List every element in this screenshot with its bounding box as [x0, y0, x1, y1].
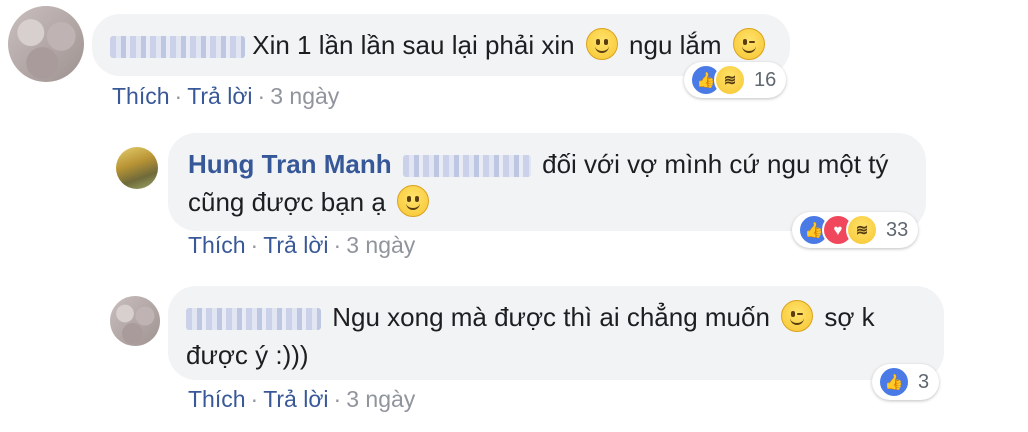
comment-text: cũng được bạn ạ — [188, 187, 386, 217]
comment-body: Xin 1 lần lần sau lại phải xin ngu lắm — [110, 26, 769, 64]
comment-bubble: Xin 1 lần lần sau lại phải xin ngu lắm — [92, 14, 790, 76]
separator: · — [333, 386, 342, 412]
reaction-count: 3 — [918, 370, 930, 393]
wink-emoji-icon — [732, 28, 765, 60]
author-name[interactable]: Hung Tran Manh — [188, 149, 392, 179]
like-icon: 👍 — [878, 366, 910, 398]
reaction-count: 16 — [754, 68, 777, 91]
reply-link[interactable]: Trả lời — [187, 83, 252, 109]
reply-link[interactable]: Trả lời — [263, 232, 328, 258]
commenter-avatar[interactable] — [116, 147, 158, 189]
timestamp[interactable]: 3 ngày — [346, 386, 415, 412]
comment-text: Xin 1 lần lần sau lại phải xin — [252, 30, 575, 60]
comment-body: Hung Tran Manh đối với vợ mình cứ ngu mộ… — [188, 145, 888, 183]
reaction-summary[interactable]: 👍 ♥ ≋ 33 — [792, 212, 919, 248]
comment-body: Ngu xong mà được thì ai chẳng muốn sợ k — [186, 298, 875, 336]
comment-body-line2: được ý :))) — [186, 336, 309, 374]
separator: · — [250, 386, 259, 412]
blurred-author-name[interactable] — [110, 36, 245, 59]
smile-emoji-icon — [585, 28, 618, 60]
commenter-avatar[interactable] — [110, 296, 160, 346]
comment-text-end: ngu lắm — [629, 30, 722, 60]
reaction-summary[interactable]: 👍 3 — [872, 364, 940, 400]
comment-text: Ngu xong mà được thì ai chẳng muốn — [332, 302, 770, 332]
reaction-summary[interactable]: 👍 ≋ 16 — [684, 62, 787, 98]
separator: · — [174, 83, 183, 109]
comment-body-line2: cũng được bạn ạ — [188, 183, 433, 221]
separator: · — [250, 232, 259, 258]
haha-icon: ≋ — [846, 214, 878, 246]
comment-actions: Thích · Trả lời · 3 ngày — [188, 386, 415, 413]
comment-text: đối với vợ mình cứ ngu một tý — [542, 149, 889, 179]
timestamp[interactable]: 3 ngày — [346, 232, 415, 258]
separator: · — [257, 83, 266, 109]
reaction-count: 33 — [886, 218, 909, 241]
comment-bubble: Ngu xong mà được thì ai chẳng muốn sợ k … — [168, 286, 944, 380]
timestamp[interactable]: 3 ngày — [270, 83, 339, 109]
like-link[interactable]: Thích — [112, 83, 170, 109]
like-link[interactable]: Thích — [188, 232, 246, 258]
reply-link[interactable]: Trả lời — [263, 386, 328, 412]
comment-actions: Thích · Trả lời · 3 ngày — [112, 83, 339, 110]
blurred-author-name[interactable] — [186, 308, 321, 331]
like-link[interactable]: Thích — [188, 386, 246, 412]
comment-actions: Thích · Trả lời · 3 ngày — [188, 232, 415, 259]
smile-emoji-icon — [397, 185, 430, 217]
commenter-avatar[interactable] — [8, 6, 84, 82]
separator: · — [333, 232, 342, 258]
comment-text: được ý :))) — [186, 340, 309, 370]
blurred-tagged-name[interactable] — [402, 155, 531, 178]
comment-text-end: sợ k — [824, 302, 875, 332]
wink-emoji-icon — [781, 300, 814, 332]
haha-icon: ≋ — [714, 64, 746, 96]
